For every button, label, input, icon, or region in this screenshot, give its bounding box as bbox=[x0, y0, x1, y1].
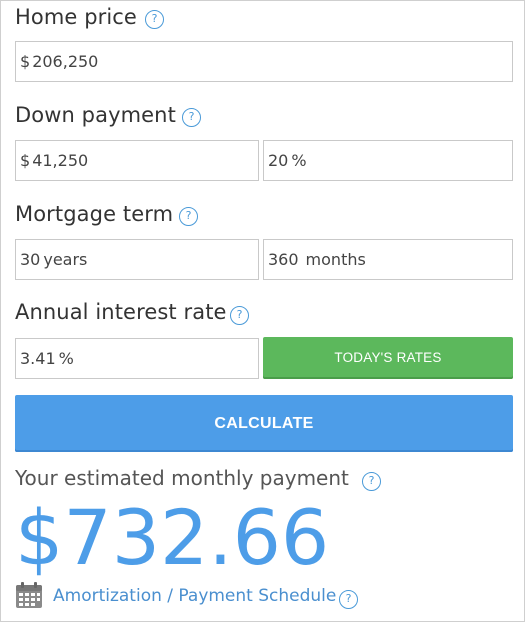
down-payment-amount-input[interactable]: $41,250 bbox=[15, 140, 259, 181]
mortgage-term-label: Mortgage term bbox=[15, 202, 174, 226]
home-price-input[interactable]: $206,250 bbox=[15, 41, 513, 82]
mortgage-term-help-icon[interactable]: ? bbox=[179, 207, 198, 226]
interest-rate-input[interactable]: 3.41% bbox=[15, 338, 259, 379]
estimated-payment-label: Your estimated monthly payment bbox=[15, 466, 349, 490]
interest-rate-label: Annual interest rate bbox=[15, 300, 227, 324]
term-years-unit: years bbox=[43, 250, 88, 269]
mortgage-term-months-input[interactable]: 360 months bbox=[263, 239, 513, 280]
calculate-button[interactable]: CALCULATE bbox=[15, 395, 513, 452]
home-price-label: Home price bbox=[15, 5, 137, 29]
term-months-value: 360 bbox=[268, 250, 299, 269]
estimated-payment-help-icon[interactable]: ? bbox=[362, 472, 381, 491]
calendar-icon[interactable] bbox=[15, 581, 43, 609]
currency-symbol: $ bbox=[20, 151, 31, 170]
currency-symbol: $ bbox=[20, 52, 31, 71]
down-payment-label: Down payment bbox=[15, 103, 176, 127]
home-price-help-icon[interactable]: ? bbox=[145, 10, 164, 29]
mortgage-term-years-input[interactable]: 30 years bbox=[15, 239, 259, 280]
todays-rates-button[interactable]: TODAY'S RATES bbox=[263, 337, 513, 379]
down-payment-percent-input[interactable]: 20% bbox=[263, 140, 513, 181]
monthly-payment-amount: $732.66 bbox=[15, 493, 330, 582]
home-price-value: 206,250 bbox=[32, 52, 99, 71]
term-months-unit: months bbox=[305, 250, 366, 269]
interest-rate-unit: % bbox=[58, 349, 74, 368]
interest-rate-help-icon[interactable]: ? bbox=[230, 306, 249, 325]
term-years-value: 30 bbox=[20, 250, 41, 269]
down-payment-amount-value: 41,250 bbox=[32, 151, 89, 170]
down-payment-help-icon[interactable]: ? bbox=[182, 108, 201, 127]
amortization-help-icon[interactable]: ? bbox=[339, 590, 358, 609]
down-payment-percent-value: 20 bbox=[268, 151, 289, 170]
interest-rate-value: 3.41 bbox=[20, 349, 56, 368]
mortgage-calculator: Home price ? $206,250 Down payment ? $41… bbox=[0, 0, 525, 622]
percent-unit: % bbox=[291, 151, 307, 170]
amortization-schedule-link[interactable]: Amortization / Payment Schedule bbox=[53, 586, 336, 606]
